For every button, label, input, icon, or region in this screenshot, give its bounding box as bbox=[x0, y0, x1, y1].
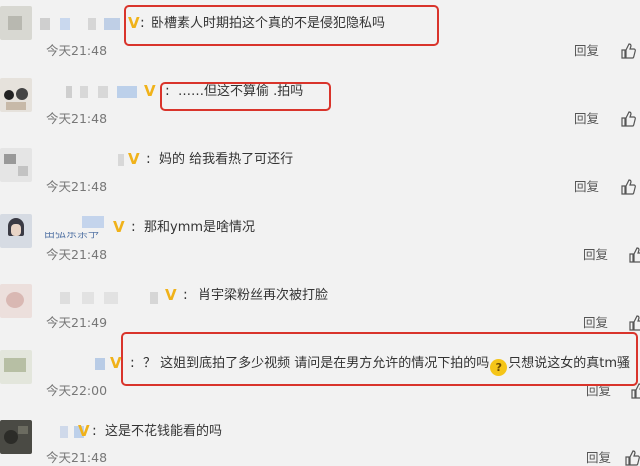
username-redacted bbox=[150, 292, 158, 304]
comment-text: ？ 这姐到底拍了多少视频 请问是在男方允许的情况下拍的吗? 只想说这女的真tm骚 bbox=[143, 356, 630, 376]
username-redacted bbox=[104, 18, 120, 30]
comment-row: V : 这是不花钱能看的吗 今天21:48 回复 bbox=[0, 408, 640, 466]
verified-badge-icon: V bbox=[110, 354, 122, 372]
comment-text-part: 只想说这女的真tm骚 bbox=[508, 356, 631, 371]
thumbs-up-icon[interactable] bbox=[630, 383, 640, 399]
comment-row: V : 肖宇梁粉丝再次被打脸 今天21:49 回复 bbox=[0, 272, 640, 341]
avatar[interactable] bbox=[0, 148, 32, 182]
avatar[interactable] bbox=[0, 6, 32, 40]
comment-row: V : ？ 这姐到底拍了多少视频 请问是在男方允许的情况下拍的吗? 只想说这女的真… bbox=[0, 340, 640, 409]
partial-username[interactable]: 由弘东余予 bbox=[44, 232, 99, 242]
comment-row: V : 卧槽素人时期拍这个真的不是侵犯隐私吗 今天21:48 回复 bbox=[0, 0, 640, 69]
comment-row: V : 妈的 给我看热了可还行 今天21:48 回复 bbox=[0, 136, 640, 205]
comment-text: 肖宇梁粉丝再次被打脸 bbox=[198, 288, 329, 303]
comment-text: 那和ymm是啥情况 bbox=[144, 220, 256, 235]
avatar[interactable] bbox=[0, 78, 32, 112]
thumbs-up-icon[interactable] bbox=[628, 315, 640, 331]
username-redacted bbox=[60, 18, 70, 30]
thumbs-up-icon[interactable] bbox=[620, 111, 636, 127]
reply-button[interactable]: 回复 bbox=[583, 316, 608, 330]
thumbs-up-icon[interactable] bbox=[628, 247, 640, 263]
thinking-face-icon: ? bbox=[490, 359, 508, 376]
avatar[interactable] bbox=[0, 420, 32, 454]
verified-badge-icon: V bbox=[165, 286, 177, 304]
username-redacted[interactable] bbox=[40, 18, 50, 30]
avatar[interactable] bbox=[0, 350, 32, 384]
colon: : bbox=[130, 355, 135, 371]
comment-time: 今天21:48 bbox=[46, 43, 108, 58]
comment-text: 妈的 给我看热了可还行 bbox=[159, 152, 294, 167]
avatar[interactable] bbox=[0, 214, 32, 248]
username-redacted[interactable] bbox=[60, 426, 68, 438]
username-redacted bbox=[88, 18, 96, 30]
colon: : bbox=[131, 219, 136, 235]
thumbs-up-icon[interactable] bbox=[624, 450, 640, 466]
comment-time: 今天21:48 bbox=[46, 111, 108, 126]
thumbs-up-icon[interactable] bbox=[620, 179, 636, 195]
username-redacted[interactable] bbox=[60, 292, 70, 304]
verified-badge-icon: V bbox=[128, 14, 140, 32]
username-redacted bbox=[82, 216, 104, 228]
colon: : bbox=[183, 287, 188, 303]
comment-time: 今天21:49 bbox=[46, 315, 108, 330]
colon: : bbox=[165, 83, 170, 99]
verified-badge-icon: V bbox=[128, 150, 140, 168]
verified-badge-icon: V bbox=[113, 218, 125, 236]
comment-text: ……但这不算偷 .拍吗 bbox=[178, 84, 304, 99]
comment-text: 卧槽素人时期拍这个真的不是侵犯隐私吗 bbox=[151, 16, 386, 31]
reply-button[interactable]: 回复 bbox=[586, 451, 611, 465]
colon: : bbox=[140, 15, 145, 31]
username-redacted bbox=[82, 292, 94, 304]
verified-badge-icon: V bbox=[144, 82, 156, 100]
comment-row: 由弘东余予 V : 那和ymm是啥情况 今天21:48 回复 bbox=[0, 204, 640, 273]
reply-button[interactable]: 回复 bbox=[586, 384, 611, 398]
comment-text: 这是不花钱能看的吗 bbox=[105, 424, 223, 439]
comment-time: 今天21:48 bbox=[46, 450, 108, 465]
colon: : bbox=[146, 151, 151, 167]
colon: : bbox=[92, 423, 97, 439]
avatar[interactable] bbox=[0, 284, 32, 318]
comment-time: 今天22:00 bbox=[46, 383, 108, 398]
reply-button[interactable]: 回复 bbox=[574, 44, 599, 58]
username-redacted bbox=[104, 292, 118, 304]
verified-badge-icon: V bbox=[78, 422, 90, 440]
username-redacted[interactable] bbox=[118, 154, 124, 166]
comment-text-part: ？ 这姐到底拍了多少视频 请问是在男方允许的情况下拍的吗 bbox=[143, 356, 490, 371]
comment-row: V : ……但这不算偷 .拍吗 今天21:48 回复 bbox=[0, 68, 640, 137]
username-redacted[interactable] bbox=[95, 358, 105, 370]
comment-time: 今天21:48 bbox=[46, 247, 108, 262]
username-redacted bbox=[117, 86, 137, 98]
thumbs-up-icon[interactable] bbox=[620, 43, 636, 59]
username-redacted bbox=[80, 86, 88, 98]
reply-button[interactable]: 回复 bbox=[574, 180, 599, 194]
comment-time: 今天21:48 bbox=[46, 179, 108, 194]
reply-button[interactable]: 回复 bbox=[583, 248, 608, 262]
username-redacted[interactable] bbox=[66, 86, 72, 98]
username-redacted bbox=[98, 86, 108, 98]
reply-button[interactable]: 回复 bbox=[574, 112, 599, 126]
